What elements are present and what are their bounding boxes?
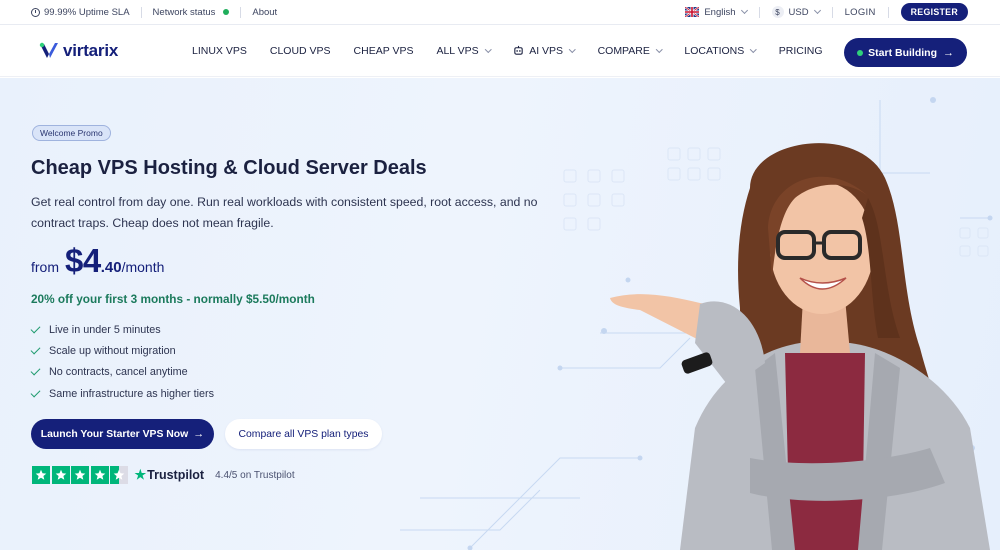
main-navigation: virtarix LINUX VPS CLOUD VPS CHEAP VPS A… <box>0 25 1000 77</box>
nav-item-label[interactable]: ALL VPS <box>436 45 478 57</box>
trustpilot-star-icon: ★ <box>134 467 147 482</box>
page-title: Cheap VPS Hosting & Cloud Server Deals <box>31 157 427 179</box>
price-period: /month <box>121 259 165 275</box>
check-icon <box>30 323 41 334</box>
hero-person-image <box>610 143 990 550</box>
start-building-button[interactable]: Start Building → <box>844 38 967 67</box>
virtarix-logo-icon <box>39 42 58 58</box>
price-amount: $4 <box>65 242 101 279</box>
login-link[interactable]: LOGIN <box>845 7 876 18</box>
robot-icon <box>514 45 523 55</box>
price-cents: .40 <box>100 259 122 276</box>
uptime-sla: 99.99% Uptime SLA <box>31 7 130 18</box>
list-item: Live in under 5 minutes <box>30 319 214 340</box>
rating-text: 4.4/5 on Trustpilot <box>215 469 295 481</box>
chevron-down-icon <box>484 45 492 53</box>
divider <box>240 6 242 18</box>
status-online-icon <box>223 9 230 15</box>
launch-starter-vps-button[interactable]: Launch Your Starter VPS Now → <box>31 419 214 449</box>
logo-text[interactable]: virtarix <box>63 41 118 61</box>
hero-section: Welcome Promo Cheap VPS Hosting & Cloud … <box>0 78 1000 550</box>
currency-selector[interactable]: $ USD <box>771 6 821 18</box>
about-label[interactable]: About <box>252 7 277 18</box>
currency-label[interactable]: USD <box>789 7 809 18</box>
top-utility-bar: 99.99% Uptime SLA Network status About E… <box>0 0 1000 25</box>
nav-item-locations[interactable]: LOCATIONS <box>684 45 757 57</box>
check-icon <box>30 387 41 397</box>
dollar-icon: $ <box>771 6 784 18</box>
uptime-label: 99.99% Uptime SLA <box>44 6 130 18</box>
divider <box>887 6 889 18</box>
check-icon <box>30 344 41 355</box>
check-icon <box>30 365 41 376</box>
feature-text: No contracts, cancel anytime <box>49 366 188 379</box>
logo[interactable]: virtarix <box>0 40 190 62</box>
nav-item-compare[interactable]: COMPARE <box>598 45 663 57</box>
nav-item-cheap-vps[interactable]: CHEAP VPS <box>354 45 414 57</box>
price-display: from $4 .40 /month <box>31 242 164 280</box>
half-star-icon <box>110 466 128 484</box>
launch-button-label[interactable]: Launch Your Starter VPS Now <box>41 429 188 440</box>
nav-item-label[interactable]: PRICING <box>779 45 823 57</box>
nav-item-label[interactable]: LINUX VPS <box>192 45 247 57</box>
list-item: Same infrastructure as higher tiers <box>30 383 215 404</box>
register-button[interactable]: REGISTER <box>900 3 968 21</box>
list-item: Scale up without migration <box>30 340 214 361</box>
trustpilot-stars <box>32 466 130 484</box>
chevron-down-icon <box>655 45 663 53</box>
star-icon <box>32 466 50 484</box>
chevron-down-icon <box>750 45 757 53</box>
nav-item-label[interactable]: CHEAP VPS <box>354 45 414 57</box>
chevron-down-icon <box>813 6 821 15</box>
chevron-down-icon <box>740 6 748 15</box>
feature-list: Live in under 5 minutes Scale up without… <box>30 319 215 404</box>
discount-text: 20% off your first 3 months - normally $… <box>31 292 315 306</box>
language-selector[interactable]: English <box>685 6 748 18</box>
star-icon <box>51 466 70 484</box>
nav-item-label[interactable]: COMPARE <box>598 45 650 57</box>
network-status-link[interactable]: Network status <box>153 7 230 18</box>
feature-text: Same infrastructure as higher tiers <box>49 387 215 400</box>
hero-description: Get real control from day one. Run real … <box>31 195 538 230</box>
divider <box>758 6 760 18</box>
language-label[interactable]: English <box>704 7 735 18</box>
divider <box>140 6 142 18</box>
uk-flag-icon <box>685 7 700 17</box>
arrow-right-icon: → <box>943 46 954 59</box>
price-from: from <box>31 259 59 275</box>
star-icon <box>71 466 89 484</box>
star-icon <box>90 466 109 484</box>
about-link[interactable]: About <box>252 7 277 18</box>
nav-item-cloud-vps[interactable]: CLOUD VPS <box>270 45 331 57</box>
trustpilot-brand: Trustpilot <box>147 468 205 482</box>
nav-item-label[interactable]: AI VPS <box>529 45 563 57</box>
arrow-right-icon: → <box>193 428 205 440</box>
nav-item-pricing[interactable]: PRICING <box>779 45 823 57</box>
nav-item-all-vps[interactable]: ALL VPS <box>436 45 492 57</box>
trustpilot-logo: ★ Trustpilot <box>135 467 205 483</box>
compare-plans-button[interactable]: Compare all VPS plan types <box>225 419 382 449</box>
nav-item-ai-vps[interactable]: AI VPS <box>513 45 576 57</box>
chevron-down-icon <box>569 45 576 53</box>
nav-menu: LINUX VPS CLOUD VPS CHEAP VPS ALL VPS AI… <box>192 45 846 57</box>
status-dot-icon <box>857 49 864 56</box>
divider <box>831 6 833 18</box>
feature-text: Scale up without migration <box>49 344 176 357</box>
trustpilot-rating[interactable]: ★ Trustpilot 4.4/5 on Trustpilot <box>32 466 295 484</box>
nav-item-label[interactable]: CLOUD VPS <box>270 45 331 57</box>
nav-item-label[interactable]: LOCATIONS <box>684 45 744 57</box>
network-status-label[interactable]: Network status <box>153 7 216 18</box>
nav-item-linux-vps[interactable]: LINUX VPS <box>192 45 247 57</box>
promo-badge: Welcome Promo <box>32 125 111 141</box>
compare-button-label[interactable]: Compare all VPS plan types <box>239 429 369 440</box>
start-building-label[interactable]: Start Building <box>868 47 937 59</box>
list-item: No contracts, cancel anytime <box>30 362 214 383</box>
clock-icon <box>31 7 40 17</box>
feature-text: Live in under 5 minutes <box>49 323 161 336</box>
